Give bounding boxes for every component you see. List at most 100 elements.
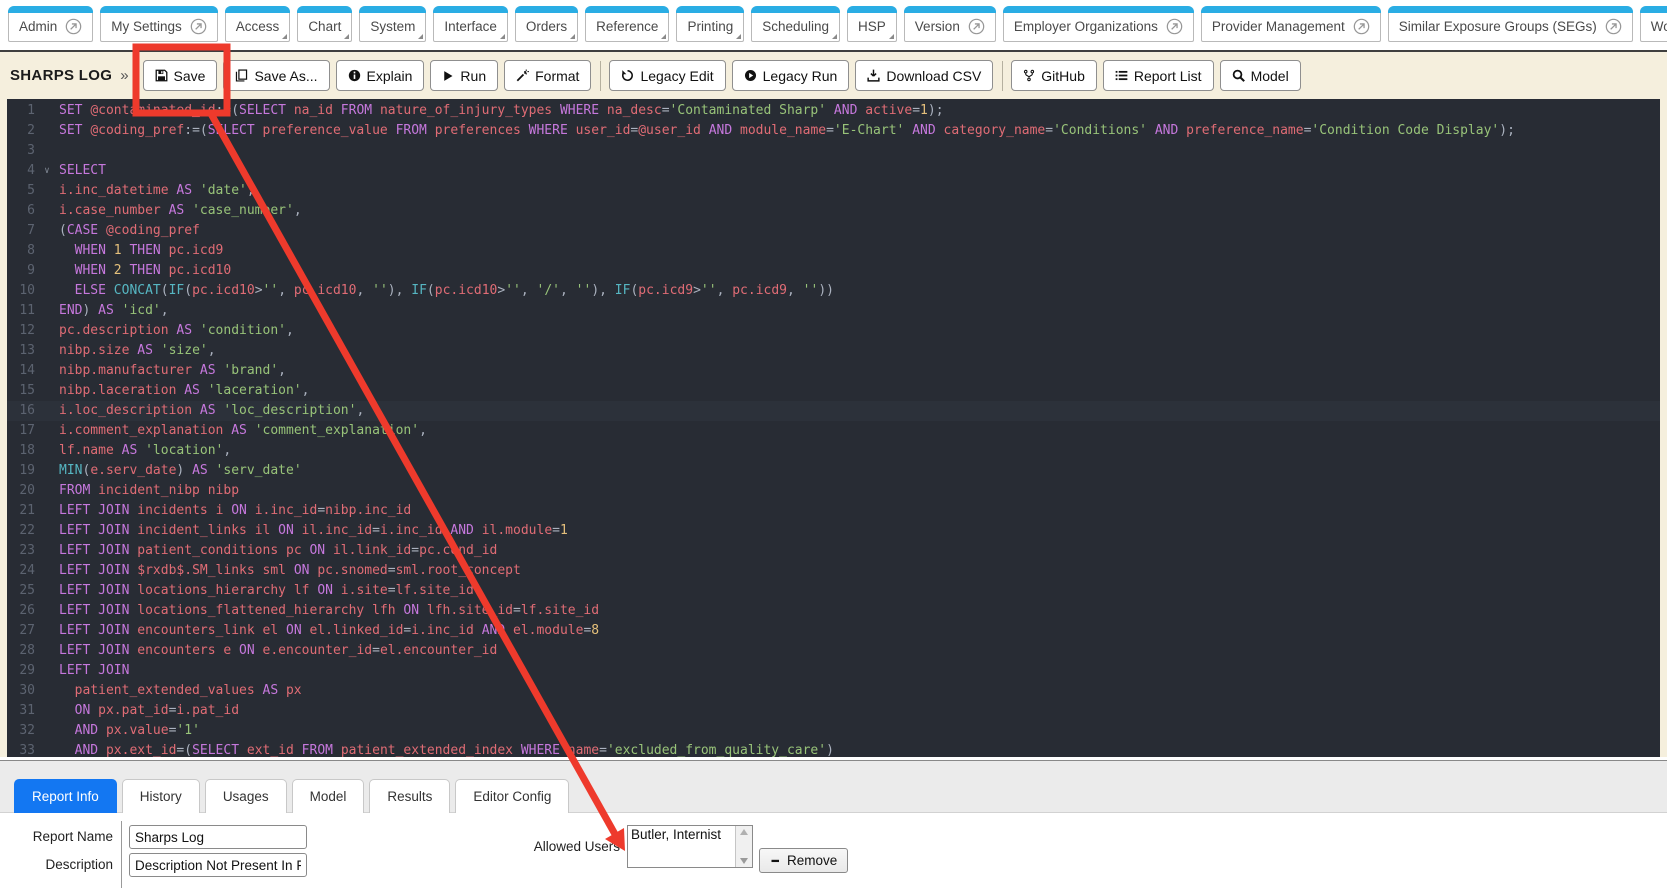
code-text: i.inc_datetime AS 'date', xyxy=(53,181,255,201)
nav-tab-employer-organizations[interactable]: Employer Organizations xyxy=(1003,6,1194,42)
scroll-up-icon[interactable] xyxy=(740,829,748,835)
code-line[interactable]: 2SET @coding_pref:=(SELECT preference_va… xyxy=(7,121,1660,141)
allowed-user-item[interactable]: Butler, Internist xyxy=(628,826,735,843)
dropdown-caret-icon xyxy=(661,34,666,39)
tab-usages[interactable]: Usages xyxy=(205,779,287,813)
nav-tab-provider-management[interactable]: Provider Management xyxy=(1201,6,1381,42)
external-link-icon[interactable] xyxy=(190,18,207,35)
code-line[interactable]: 9 WHEN 2 THEN pc.icd10 xyxy=(7,261,1660,281)
external-link-icon[interactable] xyxy=(1353,18,1370,35)
play-circle-icon xyxy=(744,69,757,82)
nav-tab-label: My Settings xyxy=(111,19,182,34)
code-line[interactable]: 16i.loc_description AS 'loc_description'… xyxy=(7,401,1660,421)
nav-tab-version[interactable]: Version xyxy=(904,6,996,42)
tab-history[interactable]: History xyxy=(122,779,200,813)
model-button[interactable]: Model xyxy=(1220,60,1301,91)
tab-report-info[interactable]: Report Info xyxy=(14,779,117,813)
explain-button[interactable]: Explain xyxy=(336,60,425,91)
fold-gutter xyxy=(41,621,53,641)
code-line[interactable]: 28LEFT JOIN encounters e ON e.encounter_… xyxy=(7,641,1660,661)
code-line[interactable]: 14nibp.manufacturer AS 'brand', xyxy=(7,361,1660,381)
fold-chevron-icon[interactable]: ∨ xyxy=(41,161,53,181)
panel-tab-bar: Report InfoHistoryUsagesModelResultsEdit… xyxy=(0,761,1667,813)
code-line[interactable]: 7(CASE @coding_pref xyxy=(7,221,1660,241)
code-line[interactable]: 23LEFT JOIN patient_conditions pc ON il.… xyxy=(7,541,1660,561)
code-text: SET @coding_pref:=(SELECT preference_val… xyxy=(53,121,1515,141)
external-link-icon[interactable] xyxy=(65,18,82,35)
code-line[interactable]: 21LEFT JOIN incidents i ON i.inc_id=nibp… xyxy=(7,501,1660,521)
tab-results[interactable]: Results xyxy=(369,779,450,813)
nav-tab-hsp[interactable]: HSP xyxy=(847,6,897,42)
external-link-icon[interactable] xyxy=(968,18,985,35)
save-as-button[interactable]: Save As... xyxy=(223,60,329,91)
external-link-icon[interactable] xyxy=(1605,18,1622,35)
nav-tab-system[interactable]: System xyxy=(359,6,426,42)
tab-model[interactable]: Model xyxy=(292,779,365,813)
code-line[interactable]: 25LEFT JOIN locations_hierarchy lf ON i.… xyxy=(7,581,1660,601)
nav-tab-printing[interactable]: Printing xyxy=(676,6,744,42)
code-line[interactable]: 32 AND px.value='1' xyxy=(7,721,1660,741)
code-line[interactable]: 3 xyxy=(7,141,1660,161)
code-line[interactable]: 17i.comment_explanation AS 'comment_expl… xyxy=(7,421,1660,441)
code-line[interactable]: 6i.case_number AS 'case_number', xyxy=(7,201,1660,221)
report-name-input[interactable] xyxy=(129,825,307,849)
code-line[interactable]: 22LEFT JOIN incident_links il ON il.inc_… xyxy=(7,521,1660,541)
code-line[interactable]: 11END) AS 'icd', xyxy=(7,301,1660,321)
github-button[interactable]: GitHub xyxy=(1011,60,1097,91)
toolbar-separator xyxy=(600,61,601,91)
scroll-down-icon[interactable] xyxy=(740,858,748,864)
nav-tab-reference[interactable]: Reference xyxy=(585,6,669,42)
description-input[interactable] xyxy=(129,853,307,877)
code-line[interactable]: 13nibp.size AS 'size', xyxy=(7,341,1660,361)
legacy-edit-button[interactable]: Legacy Edit xyxy=(609,60,725,91)
download-csv-button[interactable]: Download CSV xyxy=(855,60,993,91)
nav-tab-interface[interactable]: Interface xyxy=(433,6,508,42)
save-button[interactable]: Save xyxy=(143,60,218,91)
allowed-users-listbox[interactable]: Butler, Internist xyxy=(627,825,753,868)
code-line[interactable]: 27LEFT JOIN encounters_link el ON el.lin… xyxy=(7,621,1660,641)
fold-gutter xyxy=(41,361,53,381)
code-line[interactable]: 19MIN(e.serv_date) AS 'serv_date' xyxy=(7,461,1660,481)
legacy-run-button[interactable]: Legacy Run xyxy=(732,60,850,91)
fold-gutter xyxy=(41,121,53,141)
nav-tab-scheduling[interactable]: Scheduling xyxy=(751,6,840,42)
code-text: MIN(e.serv_date) AS 'serv_date' xyxy=(53,461,302,481)
code-line[interactable]: 24LEFT JOIN $rxdb$.SM_links sml ON pc.sn… xyxy=(7,561,1660,581)
code-line[interactable]: 20FROM incident_nibp nibp xyxy=(7,481,1660,501)
dropdown-caret-icon xyxy=(500,34,505,39)
breadcrumb-chevron[interactable]: » xyxy=(120,67,128,84)
code-line[interactable]: 18lf.name AS 'location', xyxy=(7,441,1660,461)
code-line[interactable]: 30 patient_extended_values AS px xyxy=(7,681,1660,701)
fold-gutter xyxy=(41,301,53,321)
format-button[interactable]: Format xyxy=(504,60,591,91)
sql-code-editor[interactable]: 1SET @contaminated_id:=(SELECT na_id FRO… xyxy=(7,99,1660,757)
code-line[interactable]: 33 AND px.ext_id=(SELECT ext_id FROM pat… xyxy=(7,741,1660,757)
line-number: 7 xyxy=(7,221,41,241)
code-line[interactable]: 31 ON px.pat_id=i.pat_id xyxy=(7,701,1660,721)
report-list-button[interactable]: Report List xyxy=(1103,60,1214,91)
tab-editor-config[interactable]: Editor Config xyxy=(455,779,569,813)
code-line[interactable]: 4∨SELECT xyxy=(7,161,1660,181)
line-number: 11 xyxy=(7,301,41,321)
nav-tab-admin[interactable]: Admin xyxy=(8,6,93,42)
code-line[interactable]: 10 ELSE CONCAT(IF(pc.icd10>'', pc.icd10,… xyxy=(7,281,1660,301)
nav-tab-chart[interactable]: Chart xyxy=(297,6,352,42)
code-line[interactable]: 29LEFT JOIN xyxy=(7,661,1660,681)
listbox-scrollbar[interactable] xyxy=(735,826,752,867)
fold-gutter xyxy=(41,241,53,261)
code-line[interactable]: 1SET @contaminated_id:=(SELECT na_id FRO… xyxy=(7,101,1660,121)
code-line[interactable]: 8 WHEN 1 THEN pc.icd9 xyxy=(7,241,1660,261)
nav-tab-work-locations[interactable]: Work Locations xyxy=(1640,6,1667,42)
external-link-icon[interactable] xyxy=(1166,18,1183,35)
code-line[interactable]: 12pc.description AS 'condition', xyxy=(7,321,1660,341)
remove-user-button[interactable]: Remove xyxy=(759,848,848,873)
nav-tab-access[interactable]: Access xyxy=(225,6,291,42)
nav-tab-similar-exposure-groups-segs[interactable]: Similar Exposure Groups (SEGs) xyxy=(1388,6,1633,42)
code-line[interactable]: 15nibp.laceration AS 'laceration', xyxy=(7,381,1660,401)
line-number: 4 xyxy=(7,161,41,181)
code-line[interactable]: 5i.inc_datetime AS 'date', xyxy=(7,181,1660,201)
nav-tab-orders[interactable]: Orders xyxy=(515,6,578,42)
nav-tab-my-settings[interactable]: My Settings xyxy=(100,6,218,42)
code-line[interactable]: 26LEFT JOIN locations_flattened_hierarch… xyxy=(7,601,1660,621)
run-button[interactable]: Run xyxy=(430,60,498,91)
